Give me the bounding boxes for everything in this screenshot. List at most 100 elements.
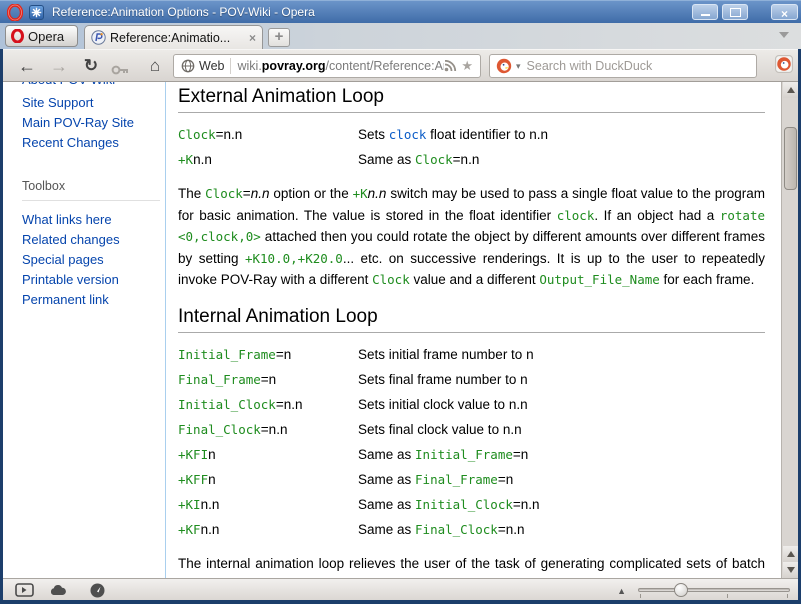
new-tab-button[interactable]: + (268, 28, 290, 47)
option-term: Initial_Clock=n.n (178, 395, 358, 415)
text-run: for each frame. (660, 272, 755, 287)
text-run: Same as (358, 522, 415, 537)
bookmark-star-icon[interactable]: ★ (461, 58, 473, 74)
home-icon[interactable]: ⌂ (143, 55, 167, 77)
scroll-up-button[interactable] (783, 82, 798, 98)
option-term: +KFn.n (178, 520, 358, 540)
status-bar: ▲ (3, 578, 798, 600)
code-text: Final_Clock (178, 422, 261, 437)
text-run: n.n (201, 522, 220, 537)
definition-row: Initial_Frame=nSets initial frame number… (178, 345, 765, 365)
code-text: Final_Frame (415, 472, 498, 487)
address-badge: Web (199, 59, 224, 73)
text-run: = (243, 186, 251, 201)
vertical-scrollbar[interactable] (781, 82, 798, 578)
text-run: =n.n (453, 152, 480, 167)
tab-title: Reference:Animatio... (110, 31, 245, 45)
arrow-down-icon (787, 567, 795, 573)
code-text: Initial_Frame (415, 447, 513, 462)
text-run: Sets final frame number to n (358, 372, 528, 387)
code-text: +KFF (178, 472, 208, 487)
text-run: . If an object had a (594, 208, 719, 223)
zoom-menu-icon[interactable]: ▲ (617, 586, 626, 596)
duckduckgo-panel-icon[interactable] (775, 55, 793, 73)
text-run: Same as (358, 497, 415, 512)
text-run: =n (513, 447, 528, 462)
text-run: Sets initial clock value to n.n (358, 397, 528, 412)
window-menu-icon[interactable] (29, 5, 44, 20)
italic-text: n.n (368, 186, 387, 201)
sidebar-link[interactable]: About POV-Wiki (22, 82, 165, 90)
text-run: option or the (269, 186, 352, 201)
zoom-tick (787, 594, 788, 598)
opera-turbo-icon[interactable] (90, 583, 105, 598)
scroll-up-button-bottom[interactable] (783, 546, 798, 562)
code-link[interactable]: clock (389, 127, 427, 142)
sidebar-link[interactable]: Main POV-Ray Site (22, 113, 165, 133)
zoom-tick (640, 594, 641, 598)
text-run: =n.n (276, 397, 303, 412)
sidebar-link[interactable]: Site Support (22, 93, 165, 113)
option-term: +KFIn (178, 445, 358, 465)
scrollbar-thumb[interactable] (784, 127, 797, 190)
back-icon[interactable]: ← (15, 55, 39, 77)
code-text: clock (557, 208, 595, 223)
zoom-slider[interactable] (638, 588, 790, 592)
text-run: Same as (358, 472, 415, 487)
wand-password-icon[interactable] (109, 59, 133, 81)
tab-list-chevron-icon[interactable] (779, 32, 789, 38)
option-description: Sets clock float identifier to n.n (358, 125, 548, 145)
italic-text: n.n (251, 186, 270, 201)
text-run: =n.n (261, 422, 288, 437)
search-bar[interactable]: ▾ (489, 54, 757, 78)
wiki-sidebar: About POV-Wiki Site SupportMain POV-Ray S… (3, 82, 165, 578)
text-run: Sets final clock value to n.n (358, 422, 522, 437)
code-text: Clock (178, 127, 216, 142)
definition-row: Final_Frame=nSets final frame number to … (178, 370, 765, 390)
code-text: +KF (178, 522, 201, 537)
text-run: value and a different (410, 272, 540, 287)
code-text: Initial_Clock (178, 397, 276, 412)
option-description: Sets initial clock value to n.n (358, 395, 528, 415)
option-term: Initial_Frame=n (178, 345, 358, 365)
zoom-tick (727, 594, 728, 598)
scroll-down-button[interactable] (783, 562, 798, 578)
code-text: +KI (178, 497, 201, 512)
option-description: Sets final frame number to n (358, 370, 528, 390)
rss-icon[interactable] (444, 60, 457, 72)
sidebar-link[interactable]: Permanent link (22, 290, 165, 310)
forward-icon[interactable]: → (47, 55, 71, 77)
definition-row: Clock=n.nSets clock float identifier to … (178, 125, 765, 145)
text-run: Sets (358, 127, 389, 142)
close-button[interactable]: × (771, 4, 798, 20)
url-text: wiki.povray.org/content/Reference:Animat… (237, 59, 444, 73)
sidebar-link[interactable]: Printable version (22, 270, 165, 290)
minimize-button[interactable] (692, 4, 718, 20)
sidebar-links: About POV-Wiki Site SupportMain POV-Ray S… (22, 82, 165, 310)
definition-row: +KFFnSame as Final_Frame=n (178, 470, 765, 490)
option-term: +KFFn (178, 470, 358, 490)
tab-close-icon[interactable]: × (249, 32, 256, 44)
address-bar[interactable]: Web wiki.povray.org/content/Reference:An… (173, 54, 481, 78)
text-run: =n.n (513, 497, 540, 512)
code-text: Clock (372, 272, 410, 287)
sidebar-link[interactable]: What links here (22, 210, 165, 230)
search-engine-dropdown-icon[interactable]: ▾ (516, 61, 521, 72)
sidebar-link[interactable]: Related changes (22, 230, 165, 250)
option-term: Final_Frame=n (178, 370, 358, 390)
opera-unite-cloud-icon[interactable] (49, 583, 67, 596)
sidebar-link[interactable]: Recent Changes (22, 133, 165, 153)
maximize-button[interactable] (722, 4, 748, 20)
section-heading: External Animation Loop (178, 86, 765, 113)
zoom-slider-thumb[interactable] (674, 583, 688, 597)
panels-toggle-icon[interactable] (15, 583, 34, 597)
browser-window: Reference:Animation Options - POV-Wiki -… (0, 0, 801, 604)
reload-icon[interactable]: ↻ (79, 55, 103, 77)
text-run: Same as (358, 152, 415, 167)
sidebar-link[interactable]: Special pages (22, 250, 165, 270)
text-run: The internal animation loop relieves the… (178, 556, 765, 579)
opera-menu-button[interactable]: Opera (5, 25, 78, 47)
option-description: Sets initial frame number to n (358, 345, 534, 365)
tab-active[interactable]: Reference:Animatio... × (84, 25, 263, 49)
search-input[interactable] (525, 58, 756, 74)
